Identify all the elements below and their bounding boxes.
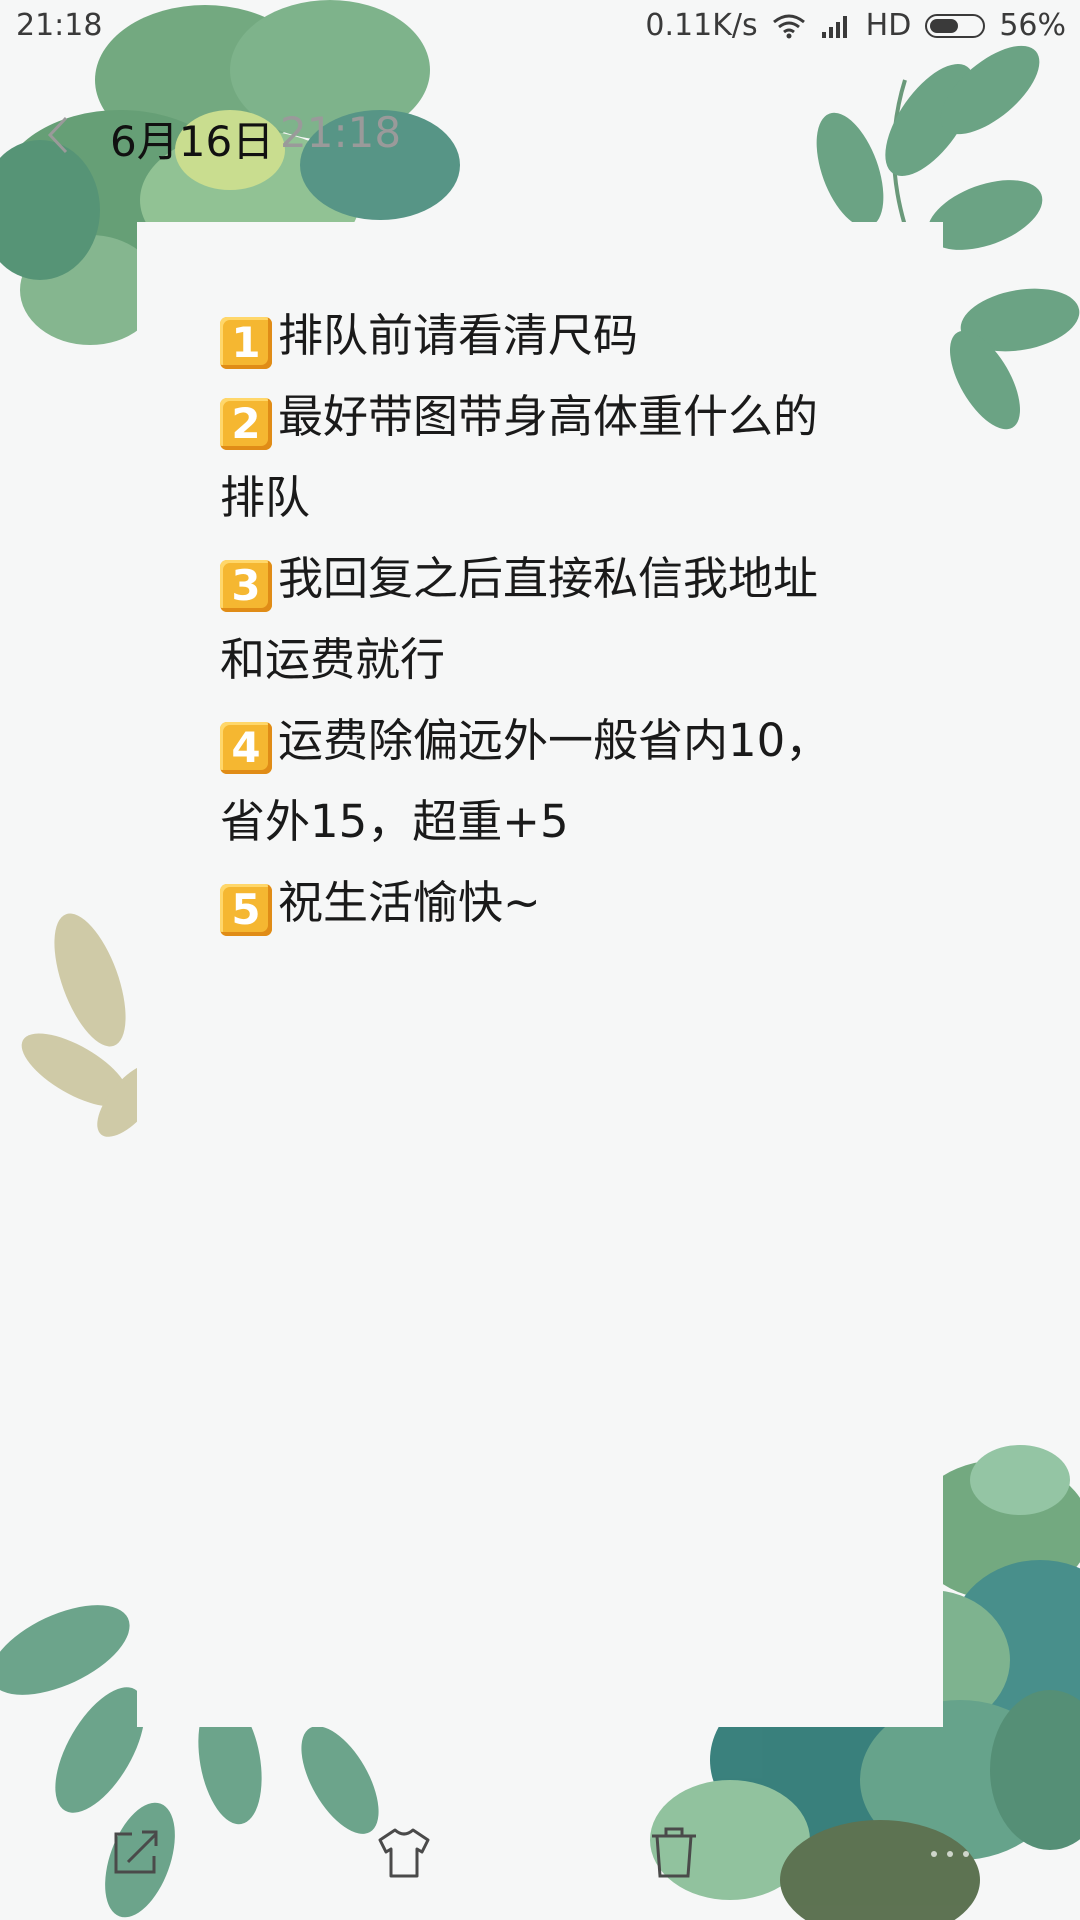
more-icon: [931, 1851, 969, 1857]
status-right: 0.11K/s HD 56%: [645, 8, 1066, 43]
number-badge-4: 4: [220, 722, 272, 774]
share-button[interactable]: [106, 1822, 166, 1882]
number-badge-3: 3: [220, 560, 272, 612]
back-button[interactable]: [38, 110, 78, 160]
note-line-text: 和运费就行: [220, 633, 446, 686]
battery-fill: [930, 18, 959, 33]
note-line: 3 我回复之后直接私信我地址: [220, 538, 880, 619]
note-line-text: 运费除偏远外一般省内10，: [278, 714, 831, 767]
battery-icon: [925, 13, 986, 38]
number-badge-2: 2: [220, 398, 272, 450]
note-time: 21:18: [280, 108, 402, 157]
status-time: 21:18: [16, 8, 103, 43]
hd-label: HD: [865, 8, 912, 43]
trash-icon: [652, 1827, 696, 1878]
note-line: 排队: [220, 457, 880, 538]
note-date: 6月16日: [110, 117, 275, 166]
bottom-toolbar: [0, 1800, 1080, 1900]
delete-button[interactable]: [644, 1822, 704, 1882]
wifi-icon: [772, 13, 806, 39]
share-icon: [114, 1830, 158, 1874]
note-line-text: 我回复之后直接私信我地址: [278, 552, 819, 605]
note-header: 6月16日 21:18: [0, 100, 1080, 170]
note-line-text: 祝生活愉快~: [278, 876, 541, 929]
note-line: 1 排队前请看清尺码: [220, 295, 880, 376]
note-line: 4 运费除偏远外一般省内10，: [220, 700, 880, 781]
signal-icon: [820, 14, 852, 38]
note-line: 2 最好带图带身高体重什么的: [220, 376, 880, 457]
note-line: 省外15，超重+5: [220, 781, 880, 862]
status-bar: 21:18 0.11K/s HD 56%: [0, 0, 1080, 56]
note-line-text: 省外15，超重+5: [220, 795, 569, 848]
number-badge-5: 5: [220, 884, 272, 936]
theme-button[interactable]: [374, 1822, 434, 1882]
note-body[interactable]: 1 排队前请看清尺码 2 最好带图带身高体重什么的 排队 3 我回复之后直接私信我地址…: [220, 295, 880, 943]
theme-shirt-icon: [378, 1828, 430, 1878]
note-line: 和运费就行: [220, 619, 880, 700]
note-line-text: 排队前请看清尺码: [278, 309, 639, 362]
note-line-text: 排队: [220, 471, 311, 524]
chevron-left-icon: [47, 116, 68, 154]
note-line: 5 祝生活愉快~: [220, 862, 880, 943]
more-button[interactable]: [920, 1822, 980, 1882]
network-speed: 0.11K/s: [645, 8, 758, 43]
battery-percent: 56%: [999, 8, 1066, 43]
number-badge-1: 1: [220, 317, 272, 369]
note-line-text: 最好带图带身高体重什么的: [278, 390, 819, 443]
